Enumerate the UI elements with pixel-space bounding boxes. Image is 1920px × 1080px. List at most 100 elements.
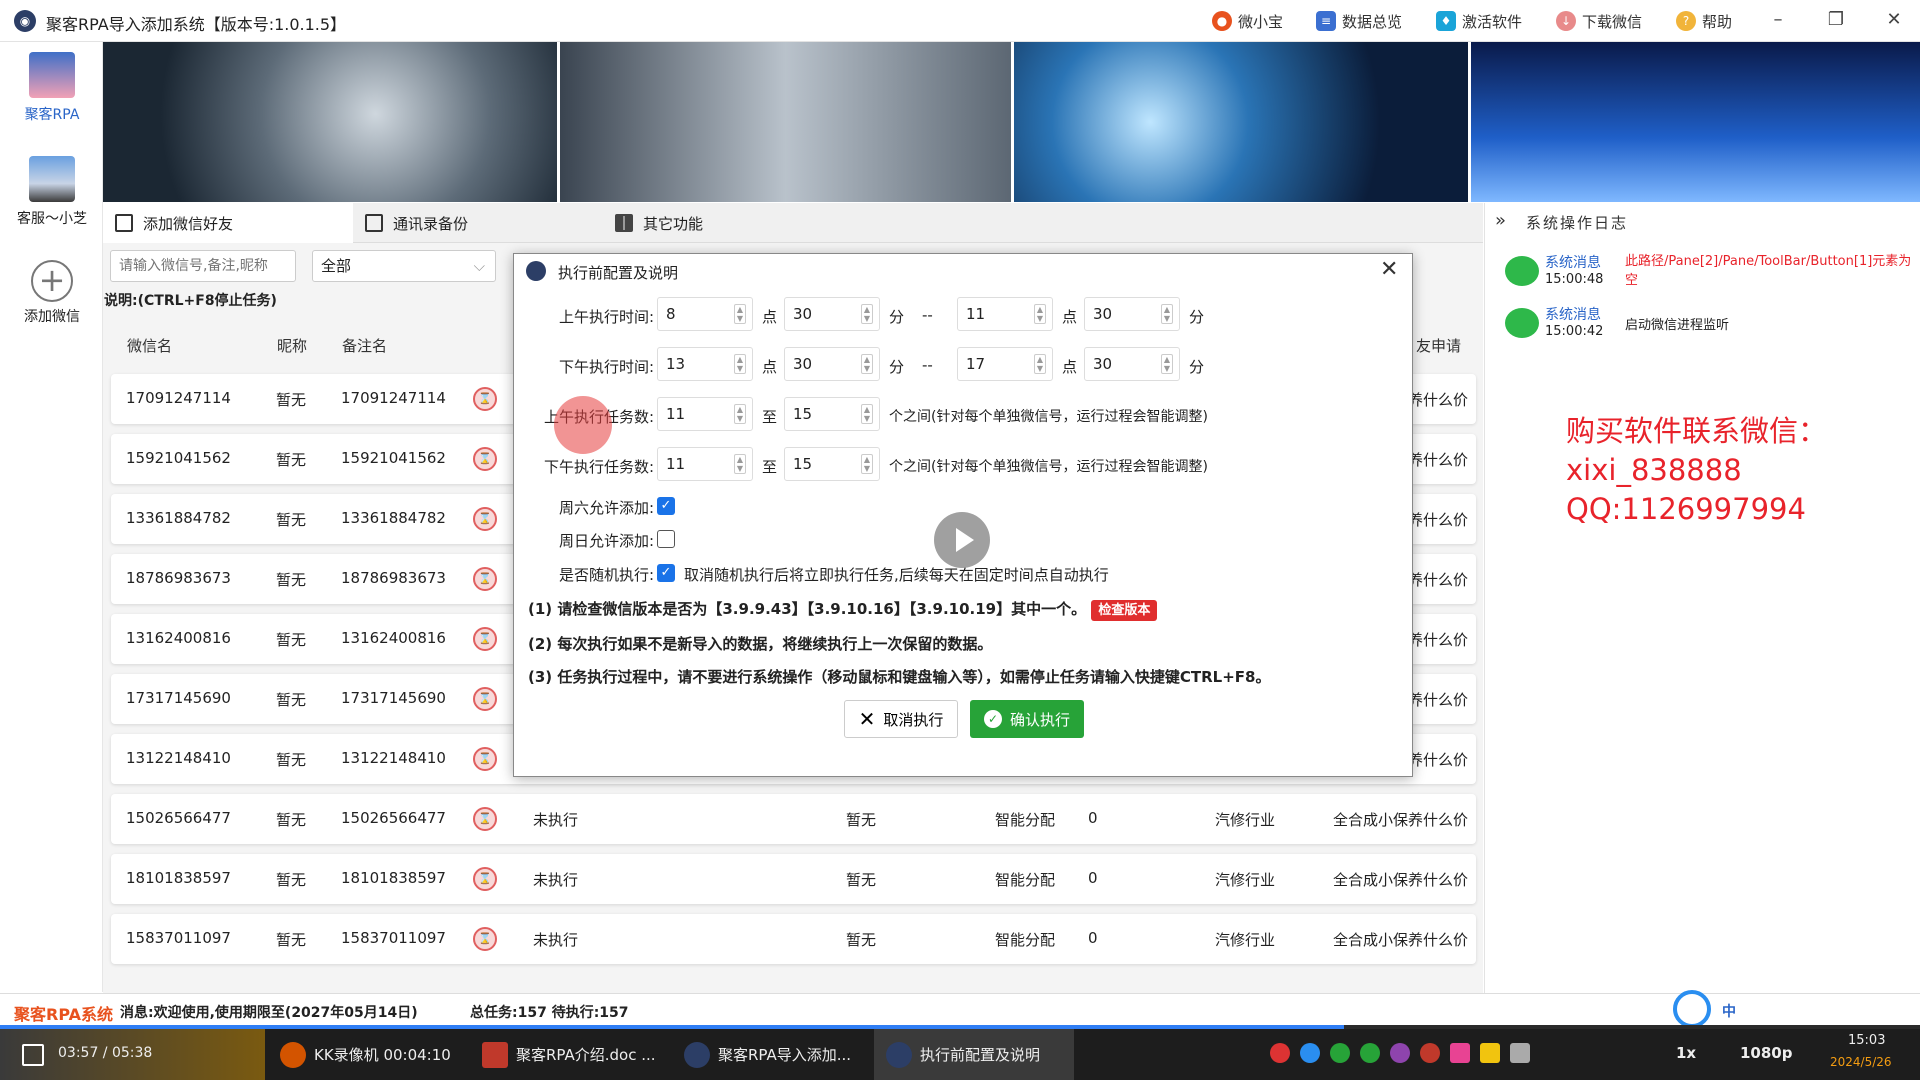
tray-icon[interactable]	[1300, 1043, 1320, 1063]
rail-item-kefu[interactable]: 客服～小芝	[6, 156, 98, 228]
am-end-hour-input[interactable]: 11 ▲ ▼	[957, 297, 1053, 331]
table-row[interactable]: 15026566477 暂无 15026566477 ⌛ 未执行 暂无 智能分配 0 汽修行业 全…	[111, 794, 1476, 844]
spinner-arrows-icon[interactable]: ▲ ▼	[734, 454, 746, 474]
spinner-arrows-icon[interactable]: ▲ ▼	[734, 304, 746, 324]
hourglass-icon[interactable]: ⌛	[473, 447, 497, 471]
spinner-arrows-icon[interactable]: ▲ ▼	[1034, 354, 1046, 374]
spinner-arrows-icon[interactable]: ▲ ▼	[734, 354, 746, 374]
spinner-arrows-icon[interactable]: ▲ ▼	[1161, 354, 1173, 374]
am-end-minute-input[interactable]: 30 ▲ ▼	[1084, 297, 1180, 331]
chevron-down-icon: ⌵	[473, 257, 485, 275]
banner-image-3	[1014, 42, 1468, 202]
pm-start-hour-input[interactable]: 13 ▲ ▼	[657, 347, 753, 381]
table-cell: 15026566477	[126, 809, 231, 827]
tab-contacts-backup[interactable]: 通讯录备份	[353, 203, 603, 243]
cancel-button[interactable]: ✕ 取消执行	[844, 700, 958, 738]
table-row[interactable]: 18101838597 暂无 18101838597 ⌛ 未执行 暂无 智能分配 0 汽修行业 全…	[111, 854, 1476, 904]
wps-icon	[482, 1041, 508, 1068]
table-row[interactable]: 15837011097 暂无 15837011097 ⌛ 未执行 暂无 智能分配 0 汽修行业 全…	[111, 914, 1476, 964]
pm-start-minute-input[interactable]: 30 ▲ ▼	[784, 347, 880, 381]
topbar-item-help[interactable]: ? 帮助	[1676, 10, 1732, 32]
pm-end-minute-input[interactable]: 30 ▲ ▼	[1084, 347, 1180, 381]
random-checkbox[interactable]: ✓	[657, 564, 675, 582]
restore-button[interactable]: ❐	[1824, 8, 1848, 32]
pm-tasks-max-input[interactable]: 15 ▲ ▼	[784, 447, 880, 481]
hourglass-icon[interactable]: ⌛	[473, 927, 497, 951]
tray-icon[interactable]	[1360, 1043, 1380, 1063]
tray-icon[interactable]	[1510, 1043, 1530, 1063]
confirm-button[interactable]: ✓ 确认执行	[970, 700, 1084, 738]
topbar-item-weixiaobao[interactable]: ● 微小宝	[1212, 10, 1283, 32]
sunday-checkbox[interactable]	[657, 530, 675, 548]
hourglass-icon[interactable]: ⌛	[473, 507, 497, 531]
topbar-item-activate[interactable]: ♦ 激活软件	[1436, 10, 1522, 32]
saturday-label: 周六允许添加:	[558, 499, 654, 517]
hint-text: 说明:(CTRL+F8停止任务)	[104, 293, 277, 309]
tray-icon[interactable]	[1330, 1043, 1350, 1063]
pm-tasks-min-input[interactable]: 11 ▲ ▼	[657, 447, 753, 481]
tab-other-functions[interactable]: 其它功能	[603, 203, 853, 243]
topbar-item-download-wechat[interactable]: ↓ 下载微信	[1556, 10, 1642, 32]
status-totals: 总任务:157 待执行:157	[470, 1005, 629, 1021]
table-cell: 暂无	[276, 931, 307, 949]
taskbar-app[interactable]: 聚客RPA介绍.doc ...	[470, 1029, 670, 1080]
am-tasks-min-input[interactable]: 11 ▲ ▼	[657, 397, 753, 431]
spinner-arrows-icon[interactable]: ▲ ▼	[1034, 304, 1046, 324]
hourglass-icon[interactable]: ⌛	[473, 567, 497, 591]
am-time-label: 上午执行时间:	[558, 308, 654, 326]
table-cell: 暂无	[276, 391, 307, 409]
am-start-minute-input[interactable]: 30 ▲ ▼	[784, 297, 880, 331]
minimize-button[interactable]: –	[1766, 8, 1790, 32]
taskbar-app[interactable]: KK录像机 00:04:10	[268, 1029, 468, 1080]
filter-select[interactable]: 全部 ⌵	[312, 250, 496, 282]
note-2: (2) 每次执行如果不是新导入的数据，将继续执行上一次保留的数据。	[528, 635, 993, 653]
hourglass-icon[interactable]: ⌛	[473, 687, 497, 711]
ime-toolbar[interactable]: 中	[1722, 1001, 1736, 1021]
tray-icon[interactable]	[1450, 1043, 1470, 1063]
tray-icon[interactable]	[1420, 1043, 1440, 1063]
wechat-icon	[1505, 308, 1539, 338]
close-icon[interactable]: ✕	[1380, 257, 1398, 282]
spinner-arrows-icon[interactable]: ▲ ▼	[861, 404, 873, 424]
rail-item-add-wechat[interactable]: + 添加微信	[6, 260, 98, 326]
tray-icon[interactable]	[1390, 1043, 1410, 1063]
search-input[interactable]	[110, 250, 296, 282]
topbar-item-data-overview[interactable]: ≡ 数据总览	[1316, 10, 1402, 32]
playback-speed[interactable]: 1x	[1676, 1044, 1696, 1062]
taskbar-app[interactable]: 聚客RPA导入添加...	[672, 1029, 872, 1080]
table-cell: 17091247114	[341, 389, 446, 407]
taskbar-app-active[interactable]: 执行前配置及说明	[874, 1029, 1074, 1080]
am-start-hour-input[interactable]: 8 ▲ ▼	[657, 297, 753, 331]
table-cell: 13361884782	[126, 509, 231, 527]
double-chevron-icon[interactable]: »	[1495, 210, 1506, 231]
check-circle-icon: ✓	[983, 710, 1002, 728]
rail-item-jukerpa[interactable]: 聚客RPA	[6, 52, 98, 124]
hourglass-icon[interactable]: ⌛	[473, 627, 497, 651]
close-window-button[interactable]: ✕	[1882, 8, 1906, 32]
hourglass-icon[interactable]: ⌛	[473, 807, 497, 831]
hourglass-icon[interactable]: ⌛	[473, 747, 497, 771]
close-icon: ✕	[858, 708, 876, 731]
spinner-arrows-icon[interactable]: ▲ ▼	[1161, 304, 1173, 324]
spinner-arrows-icon[interactable]: ▲ ▼	[861, 454, 873, 474]
spinner-arrows-icon[interactable]: ▲ ▼	[861, 304, 873, 324]
table-cell: 汽修行业	[1215, 931, 1276, 949]
hourglass-icon[interactable]: ⌛	[473, 387, 497, 411]
tray-icon[interactable]	[1270, 1043, 1290, 1063]
play-pause-icon[interactable]	[22, 1044, 44, 1066]
pm-end-hour-input[interactable]: 17 ▲ ▼	[957, 347, 1053, 381]
saturday-checkbox[interactable]: ✓	[657, 497, 675, 515]
check-version-button[interactable]: 检查版本	[1091, 600, 1158, 621]
play-icon[interactable]	[934, 512, 990, 568]
app-icon	[886, 1041, 912, 1068]
download-icon: ↓	[1556, 11, 1576, 31]
spinner-arrows-icon[interactable]: ▲ ▼	[734, 404, 746, 424]
hourglass-icon[interactable]: ⌛	[473, 867, 497, 891]
table-cell: 养什么价	[1407, 751, 1468, 769]
quality-label[interactable]: 1080p	[1740, 1044, 1793, 1062]
spinner-arrows-icon[interactable]: ▲ ▼	[861, 354, 873, 374]
tray-icon[interactable]	[1480, 1043, 1500, 1063]
tab-add-friends[interactable]: 添加微信好友	[103, 203, 353, 243]
am-tasks-max-input[interactable]: 15 ▲ ▼	[784, 397, 880, 431]
assistant-icon[interactable]	[1673, 990, 1711, 1028]
